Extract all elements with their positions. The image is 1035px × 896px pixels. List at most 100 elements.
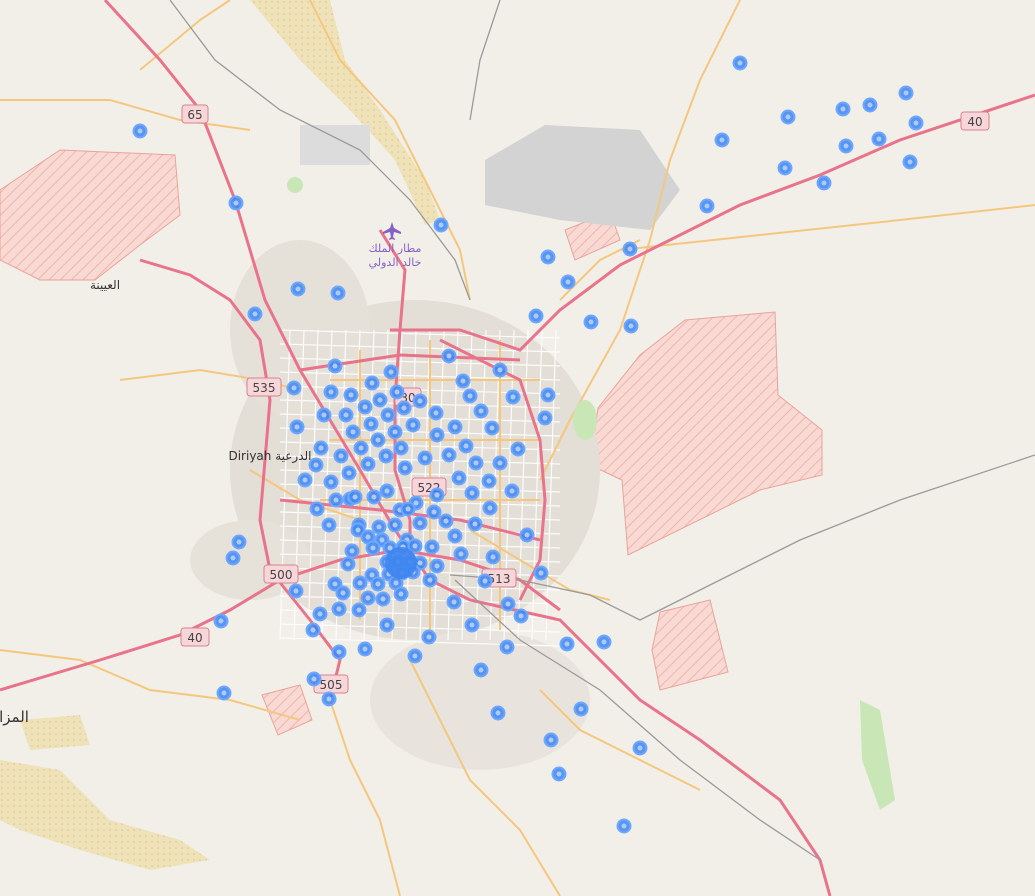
- road-shield-500: 500: [263, 564, 299, 584]
- location-marker-center: [413, 500, 419, 506]
- location-marker-center: [376, 524, 382, 530]
- location-marker-center: [469, 490, 475, 496]
- location-marker-center: [392, 522, 398, 528]
- location-marker-center: [903, 90, 909, 96]
- svg-text:500: 500: [270, 568, 293, 582]
- location-marker-center: [443, 518, 449, 524]
- location-marker-center: [431, 509, 437, 515]
- location-marker-center: [719, 137, 725, 143]
- location-marker-center: [504, 644, 510, 650]
- location-marker-center: [345, 561, 351, 567]
- location-marker-center: [564, 641, 570, 647]
- location-marker-center: [328, 389, 334, 395]
- location-marker-center: [490, 554, 496, 560]
- location-marker-center: [398, 591, 404, 597]
- location-marker-center: [486, 478, 492, 484]
- location-marker-center: [291, 385, 297, 391]
- location-marker-center: [628, 323, 634, 329]
- location-marker-center: [314, 506, 320, 512]
- location-marker-center: [434, 563, 440, 569]
- location-marker-center: [332, 581, 338, 587]
- location-marker-center: [405, 506, 411, 512]
- location-marker-center: [333, 497, 339, 503]
- svg-text:535: 535: [253, 381, 276, 395]
- location-marker-center: [518, 613, 524, 619]
- location-marker-center: [379, 537, 385, 543]
- road-shield-535: 535: [246, 377, 282, 397]
- location-marker-center: [515, 446, 521, 452]
- location-marker-center: [497, 367, 503, 373]
- location-marker-center: [785, 114, 791, 120]
- map-view[interactable]: مطار الملك خالد الدولي Diriyah الدرعية ا…: [0, 0, 1035, 896]
- location-marker-center: [840, 106, 846, 112]
- location-marker-center: [510, 394, 516, 400]
- location-marker-center: [458, 551, 464, 557]
- location-marker-center: [311, 676, 317, 682]
- location-marker-center: [451, 599, 457, 605]
- location-marker-center: [434, 432, 440, 438]
- location-marker-center: [401, 405, 407, 411]
- location-marker-center: [252, 311, 258, 317]
- location-marker-center: [601, 639, 607, 645]
- location-marker-center: [482, 578, 488, 584]
- location-marker-center: [545, 392, 551, 398]
- location-marker-center: [375, 581, 381, 587]
- road-shield-40-east: 40: [960, 111, 990, 131]
- location-marker-center: [495, 710, 501, 716]
- location-marker-center: [218, 618, 224, 624]
- location-marker-center: [310, 627, 316, 633]
- location-marker-center: [375, 437, 381, 443]
- location-marker-center: [336, 606, 342, 612]
- location-marker-center: [384, 622, 390, 628]
- location-marker-center: [417, 398, 423, 404]
- location-marker-center: [402, 465, 408, 471]
- location-marker-center: [913, 120, 919, 126]
- marker-cluster-downtown[interactable]: [385, 547, 417, 579]
- location-marker-center: [236, 539, 242, 545]
- location-marker-center: [867, 102, 873, 108]
- location-marker-center: [294, 424, 300, 430]
- location-marker-center: [578, 706, 584, 712]
- location-marker-center: [505, 601, 511, 607]
- location-marker-center: [548, 737, 554, 743]
- location-marker-center: [463, 443, 469, 449]
- location-marker-center: [478, 408, 484, 414]
- location-marker-center: [355, 527, 361, 533]
- location-marker-center: [478, 667, 484, 673]
- location-marker-center: [637, 745, 643, 751]
- location-marker-center: [343, 412, 349, 418]
- location-marker-center: [821, 180, 827, 186]
- svg-text:40: 40: [187, 631, 202, 645]
- location-marker-center: [427, 577, 433, 583]
- location-marker-center: [385, 412, 391, 418]
- airport-label-line2: خالد الدولي: [369, 256, 422, 269]
- location-marker-center: [446, 353, 452, 359]
- location-marker-center: [365, 534, 371, 540]
- location-marker-center: [737, 60, 743, 66]
- location-marker-center: [365, 595, 371, 601]
- location-marker-center: [233, 200, 239, 206]
- location-marker-center: [318, 445, 324, 451]
- map-canvas[interactable]: مطار الملك خالد الدولي Diriyah الدرعية ا…: [0, 0, 1035, 896]
- location-marker-center: [538, 570, 544, 576]
- location-marker-center: [412, 543, 418, 549]
- location-marker-center: [302, 477, 308, 483]
- location-marker-center: [429, 544, 435, 550]
- location-marker-center: [422, 455, 428, 461]
- location-marker-center: [398, 445, 404, 451]
- location-marker-center: [542, 415, 548, 421]
- road-shield-65: 65: [181, 104, 209, 124]
- location-marker-center: [362, 404, 368, 410]
- location-marker-center: [295, 286, 301, 292]
- location-marker-center: [509, 488, 515, 494]
- location-marker-center: [388, 369, 394, 375]
- location-marker-center: [782, 165, 788, 171]
- location-marker-center: [545, 254, 551, 260]
- dune-strip-west: [20, 715, 90, 750]
- location-marker-center: [467, 393, 473, 399]
- location-marker-center: [321, 412, 327, 418]
- location-marker-center: [460, 378, 466, 384]
- location-marker-center: [326, 696, 332, 702]
- location-marker-center: [338, 453, 344, 459]
- location-marker-center: [326, 522, 332, 528]
